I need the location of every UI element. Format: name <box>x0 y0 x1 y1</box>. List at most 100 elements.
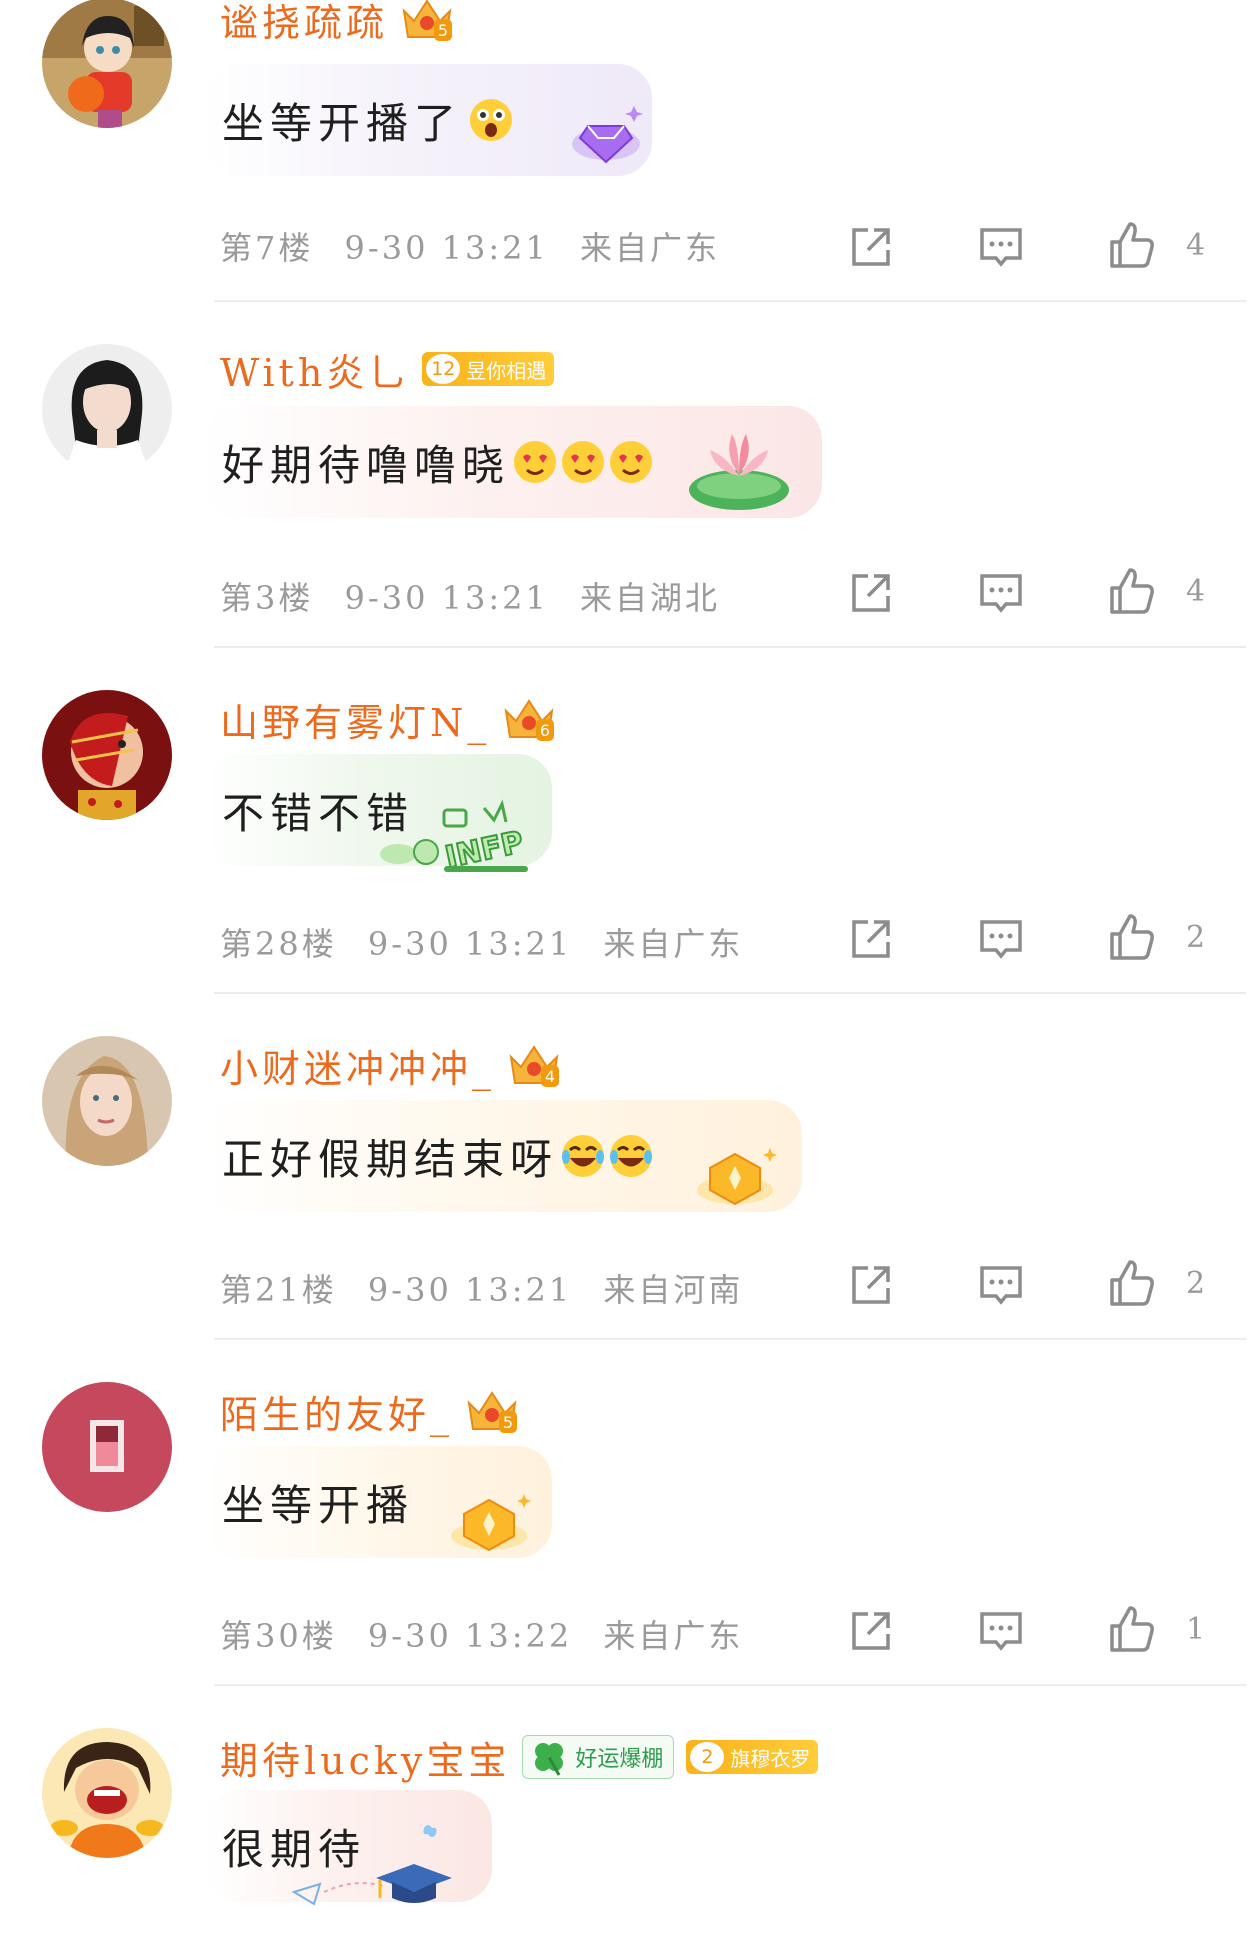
gold-badge-icon <box>697 1148 777 1206</box>
comment-bubble[interactable]: 坐等开播了 <box>204 64 652 176</box>
comment-location: 来自广东 <box>603 925 744 963</box>
floor-number: 第21楼 <box>220 1271 337 1309</box>
love-emoji-icon <box>610 441 653 483</box>
crown-level: 5 <box>438 21 448 40</box>
like-button[interactable] <box>1106 1604 1156 1654</box>
like-button[interactable] <box>1106 220 1156 270</box>
comment-bubble[interactable]: 不错不错 INFP <box>204 754 552 876</box>
reply-button[interactable] <box>976 222 1026 272</box>
reply-icon <box>980 1266 1022 1305</box>
like-button[interactable] <box>1106 566 1156 616</box>
comment-meta-text: 第21楼 9-30 13:21 来自河南 <box>220 1265 761 1311</box>
comment-text: 好期待噜噜晓 <box>222 440 511 490</box>
share-button[interactable] <box>846 222 896 272</box>
comment-location: 来自湖北 <box>580 579 721 617</box>
avatar[interactable] <box>42 1036 172 1166</box>
reply-icon <box>980 1612 1022 1651</box>
reply-icon <box>980 228 1022 267</box>
avatar[interactable] <box>42 690 172 820</box>
lucky-badge[interactable]: 好运爆棚 <box>522 1735 675 1779</box>
avatar[interactable] <box>42 1382 172 1512</box>
like-button[interactable] <box>1106 1258 1156 1308</box>
crown-level: 6 <box>540 721 550 740</box>
like-icon <box>1110 1260 1154 1306</box>
fan-badge-label: 昱你相遇 <box>466 358 547 383</box>
fan-badge[interactable]: 12 昱你相遇 <box>422 352 555 386</box>
comment-bubble[interactable]: 正好假期结束呀 <box>204 1100 802 1212</box>
graduation-cap-icon <box>291 1825 452 1906</box>
comment-bubble[interactable]: 很期待 <box>204 1790 492 1906</box>
share-icon <box>852 1266 890 1304</box>
share-button[interactable] <box>846 568 896 618</box>
username[interactable]: 陌生的友好_ <box>220 1384 453 1439</box>
username[interactable]: 小财迷冲冲冲_ <box>220 1038 495 1093</box>
username-row: 谧挠疏疏 5 <box>220 0 454 47</box>
comment-item: 期待lucky宝宝 好运爆棚 2 旗穆衣罗 很期待 <box>0 1728 1260 1946</box>
crown-level: 4 <box>545 1067 555 1086</box>
floor-number: 第30楼 <box>220 1617 337 1655</box>
avatar[interactable] <box>42 0 172 128</box>
like-count: 2 <box>1186 1266 1206 1301</box>
comment-meta-text: 第28楼 9-30 13:21 来自广东 <box>220 919 761 965</box>
username-row: 山野有雾灯N_ 6 <box>220 692 556 747</box>
lucky-badge-label: 好运爆棚 <box>575 1747 664 1772</box>
divider <box>214 646 1246 648</box>
crown-icon: 5 <box>467 1391 518 1433</box>
username[interactable]: 期待lucky宝宝 <box>220 1730 510 1785</box>
like-count: 1 <box>1186 1612 1206 1647</box>
like-icon <box>1110 222 1154 268</box>
username[interactable]: 谧挠疏疏 <box>220 0 388 47</box>
crown-icon: 4 <box>509 1045 560 1087</box>
comment-meta-text: 第3楼 9-30 13:21 来自湖北 <box>220 573 738 619</box>
comment-feed: 谧挠疏疏 5 坐等开播了 第7楼 9-30 13:21 来自广东 4 With炎… <box>0 0 1260 1946</box>
crown-icon: 5 <box>402 0 453 41</box>
floor-number: 第7楼 <box>220 229 314 267</box>
laugh-cry-emoji-icon <box>562 1135 605 1177</box>
divider <box>214 1338 1246 1340</box>
love-emoji-icon <box>514 441 557 483</box>
reply-button[interactable] <box>976 568 1026 618</box>
comment-text: 坐等开播了 <box>222 98 463 148</box>
reply-button[interactable] <box>976 1606 1026 1656</box>
comment-text: 坐等开播 <box>222 1480 415 1530</box>
comment-text: 正好假期结束呀 <box>222 1134 559 1184</box>
share-icon <box>852 228 890 266</box>
fan-badge[interactable]: 2 旗穆衣罗 <box>686 1740 819 1774</box>
comment-bubble[interactable]: 坐等开播 <box>204 1446 552 1558</box>
comment-item: 小财迷冲冲冲_ 4 正好假期结束呀 第21楼 9-30 13:21 来自河南 2 <box>0 1036 1260 1340</box>
share-icon <box>852 574 890 612</box>
comment-item: 山野有雾灯N_ 6 不错不错 INFP 第28楼 9-30 13:21 来自广东… <box>0 690 1260 994</box>
reply-icon <box>980 574 1022 613</box>
crown-level: 5 <box>503 1413 513 1432</box>
reply-icon <box>980 920 1022 959</box>
share-button[interactable] <box>846 1260 896 1310</box>
gold-badge-icon <box>451 1494 531 1552</box>
avatar[interactable] <box>42 1728 172 1858</box>
divider <box>214 1684 1246 1686</box>
divider <box>214 992 1246 994</box>
fan-badge-label: 旗穆衣罗 <box>730 1746 811 1771</box>
username-row: 期待lucky宝宝 好运爆棚 2 旗穆衣罗 <box>220 1730 819 1785</box>
reply-button[interactable] <box>976 914 1026 964</box>
like-button[interactable] <box>1106 912 1156 962</box>
comment-time: 9-30 13:21 <box>344 229 549 267</box>
share-button[interactable] <box>846 1606 896 1656</box>
comment-meta-text: 第30楼 9-30 13:22 来自广东 <box>220 1611 761 1657</box>
like-count: 2 <box>1186 920 1206 955</box>
comment-meta: 第30楼 9-30 13:22 来自广东 <box>220 1604 1260 1664</box>
reply-button[interactable] <box>976 1260 1026 1310</box>
like-icon <box>1110 568 1154 614</box>
comment-location: 来自广东 <box>580 229 721 267</box>
comment-meta: 第21楼 9-30 13:21 来自河南 <box>220 1258 1260 1318</box>
infp-badge-icon: INFP <box>380 799 528 876</box>
fan-level: 12 <box>426 354 461 384</box>
comment-location: 来自河南 <box>603 1271 744 1309</box>
comment-bubble[interactable]: 好期待噜噜晓 <box>204 406 822 518</box>
divider <box>214 300 1246 302</box>
share-button[interactable] <box>846 914 896 964</box>
username[interactable]: With炎乚 <box>220 342 410 397</box>
comment-time: 9-30 13:22 <box>367 1617 573 1655</box>
avatar[interactable] <box>42 344 172 474</box>
username-row: With炎乚 12 昱你相遇 <box>220 342 555 397</box>
username[interactable]: 山野有雾灯N_ <box>220 692 490 747</box>
